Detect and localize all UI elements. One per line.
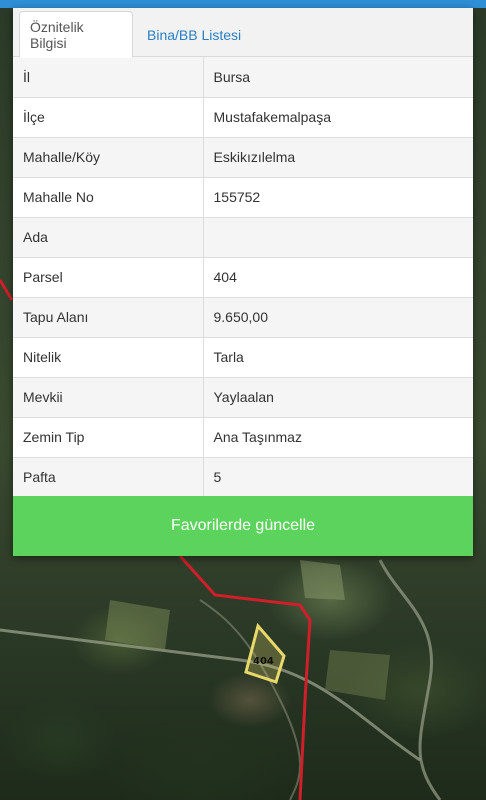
boundary-line (178, 554, 312, 800)
header-bar (0, 0, 486, 8)
table-row: Zemin Tip Ana Taşınmaz (13, 416, 473, 457)
attribute-key: Tapu Alanı (13, 296, 204, 337)
attribute-key: Parsel (13, 256, 204, 297)
attribute-panel: Öznitelik Bilgisi Bina/BB Listesi İl Burs… (13, 8, 473, 556)
road (199, 599, 301, 800)
attribute-value: Eskikızılelma (203, 136, 473, 177)
attribute-table: İl Bursa İlçe Mustafakemalpaşa Mahalle/Köy Es… (13, 57, 473, 497)
table-row: Mahalle/Köy Eskikızılelma (13, 136, 473, 177)
table-row: Mahalle No 155752 (13, 176, 473, 217)
road (378, 559, 442, 800)
tab-building-list[interactable]: Bina/BB Listesi (137, 11, 251, 58)
table-row: Parsel 404 (13, 256, 473, 297)
attribute-key: Mevkii (13, 376, 204, 417)
attribute-value (203, 216, 473, 257)
tab-attribute-info[interactable]: Öznitelik Bilgisi (19, 11, 133, 58)
attribute-key: Ada (13, 216, 204, 257)
parcel-label: 404 (253, 656, 274, 667)
attribute-value: Yaylaalan (203, 376, 473, 417)
attribute-key: İlçe (13, 96, 204, 137)
attribute-value: 404 (203, 256, 473, 297)
attribute-key: Nitelik (13, 336, 204, 377)
table-row: İl Bursa (13, 57, 473, 97)
attribute-value: Bursa (203, 57, 473, 97)
attribute-value: Ana Taşınmaz (203, 416, 473, 457)
boundary-line (0, 279, 14, 301)
field (300, 560, 345, 600)
field (325, 650, 390, 700)
table-row: Mevkii Yaylaalan (13, 376, 473, 417)
table-row: İlçe Mustafakemalpaşa (13, 96, 473, 137)
attribute-key: Mahalle No (13, 176, 204, 217)
field (105, 600, 170, 650)
attribute-value: 5 (203, 456, 473, 497)
attribute-value: 155752 (203, 176, 473, 217)
parcel-outline[interactable] (244, 622, 286, 684)
attribute-key: İl (13, 57, 204, 97)
attribute-value: Mustafakemalpaşa (203, 96, 473, 137)
update-favorites-button[interactable]: Favorilerde güncelle (13, 496, 473, 556)
attribute-key: Zemin Tip (13, 416, 204, 457)
attribute-key: Pafta (13, 456, 204, 497)
table-row: Nitelik Tarla (13, 336, 473, 377)
table-row: Tapu Alanı 9.650,00 (13, 296, 473, 337)
attribute-key: Mahalle/Köy (13, 136, 204, 177)
attribute-value: Tarla (203, 336, 473, 377)
attribute-value: 9.650,00 (203, 296, 473, 337)
table-row: Ada (13, 216, 473, 257)
table-row: Pafta 5 (13, 456, 473, 497)
tab-bar: Öznitelik Bilgisi Bina/BB Listesi (13, 8, 473, 58)
